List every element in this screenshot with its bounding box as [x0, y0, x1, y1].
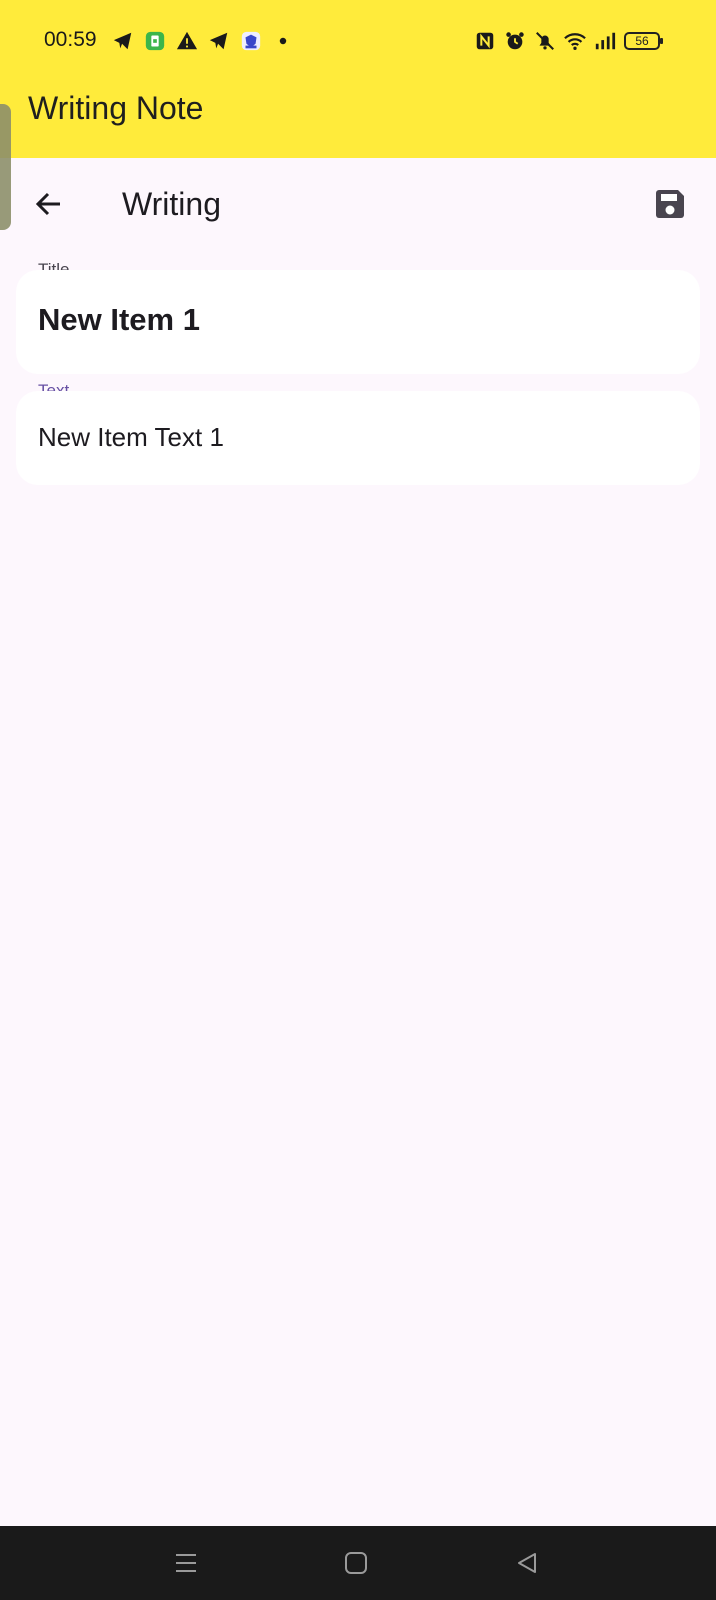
system-nav-bar [0, 1526, 716, 1600]
back-icon [518, 1553, 536, 1573]
battery-indicator: 56 [624, 32, 663, 50]
shield-app-icon [241, 31, 261, 51]
back-button[interactable] [24, 180, 72, 228]
home-button[interactable] [339, 1546, 373, 1580]
alarm-icon [506, 32, 524, 50]
floppy-disk-icon [656, 190, 684, 218]
title-field[interactable] [16, 270, 700, 374]
menu-icon [176, 1554, 196, 1572]
arrow-left-icon [35, 192, 60, 216]
text-field[interactable] [16, 391, 700, 485]
wifi-icon [564, 33, 586, 50]
status-notification-icons [112, 30, 294, 52]
status-bar: 00:59 56 [0, 22, 716, 62]
mute-icon [536, 32, 554, 50]
text-input[interactable] [38, 417, 678, 457]
signal-icon [595, 32, 616, 50]
telegram-icon [209, 32, 228, 50]
nfc-icon [476, 32, 494, 50]
system-back-button[interactable] [510, 1546, 544, 1580]
save-button[interactable] [646, 180, 694, 228]
page-title: Writing [122, 186, 221, 222]
app-title: Writing Note [28, 90, 204, 126]
home-icon [345, 1552, 367, 1574]
telegram-icon [113, 32, 132, 50]
status-time: 00:59 [44, 28, 97, 51]
title-input[interactable] [38, 298, 678, 342]
dot-icon [279, 37, 287, 45]
warning-icon [176, 31, 198, 50]
app-store-icon [145, 31, 165, 51]
status-system-icons: 56 [474, 30, 663, 52]
recent-apps-button[interactable] [169, 1546, 203, 1580]
toolbar: Writing [0, 174, 716, 238]
